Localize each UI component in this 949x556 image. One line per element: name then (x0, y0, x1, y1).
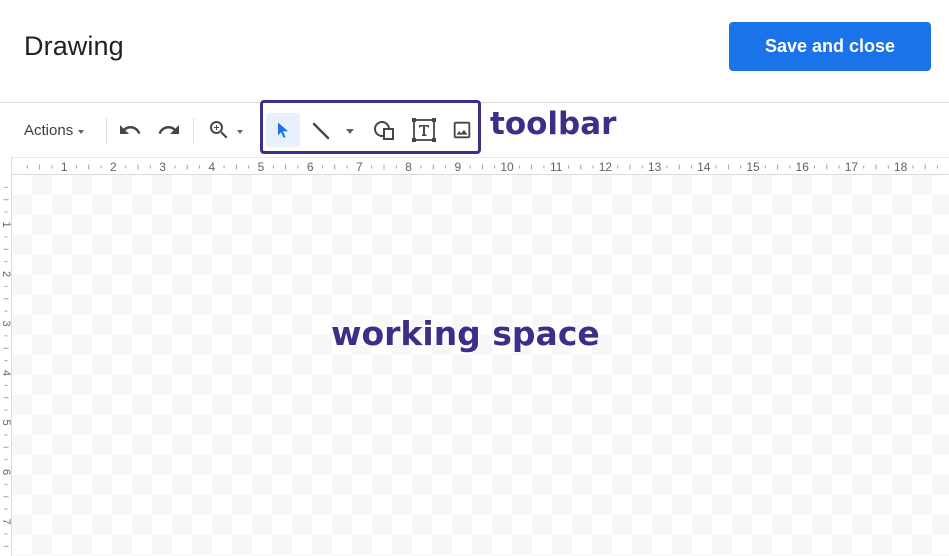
line-tool-button[interactable] (308, 115, 360, 145)
page-title: Drawing (24, 31, 124, 61)
select-icon (273, 120, 293, 140)
text-box-button[interactable] (409, 115, 439, 145)
zoom-icon (207, 118, 231, 142)
ruler-label: 7 (0, 518, 12, 524)
ruler-ticks: 1 2 3 4 5 6 7 8 9 10 11 12 13 14 15 16 17 18 (26, 160, 938, 174)
select-tool-button[interactable] (266, 113, 300, 147)
redo-button[interactable] (154, 115, 184, 145)
image-button[interactable] (447, 115, 477, 145)
ruler-label: 15 (746, 160, 760, 174)
vertical-ruler: 1 2 3 4 5 6 7 (0, 175, 12, 556)
ruler-corner (0, 157, 12, 175)
save-and-close-button[interactable]: Save and close (729, 22, 931, 71)
ruler-label: 12 (599, 160, 613, 174)
drawing-canvas[interactable] (12, 175, 949, 556)
ruler-label: 14 (697, 160, 711, 174)
ruler-label: 13 (648, 160, 662, 174)
toolbar-divider (106, 118, 107, 144)
ruler-label: 17 (845, 160, 859, 174)
ruler-label: 16 (796, 160, 810, 174)
ruler-label: 5 (0, 419, 12, 425)
toolbar-annotation: toolbar (490, 106, 617, 142)
toolbar: Actions (0, 102, 949, 157)
chevron-down-icon (237, 130, 243, 134)
ruler-label: 3 (159, 160, 166, 174)
ruler-label: 1 (0, 221, 12, 227)
actions-menu[interactable]: Actions (24, 119, 85, 141)
ruler-label: 2 (110, 160, 117, 174)
actions-label: Actions (24, 121, 74, 139)
ruler-label: 6 (307, 160, 314, 174)
ruler-label: 18 (894, 160, 908, 174)
ruler-label: 3 (0, 320, 12, 326)
undo-icon (118, 118, 142, 142)
ruler-label: 11 (550, 160, 563, 174)
ruler-label: 9 (454, 160, 461, 174)
ruler-label: 7 (356, 160, 363, 174)
ruler-label: 5 (258, 160, 265, 174)
redo-icon (157, 118, 181, 142)
zoom-button[interactable] (202, 115, 248, 145)
ruler-label: 4 (208, 160, 215, 174)
text-box-icon (410, 116, 438, 144)
chevron-down-icon (346, 128, 354, 134)
shape-tool-button[interactable] (369, 115, 399, 145)
horizontal-ruler: 1 2 3 4 5 6 7 8 9 10 11 12 13 14 15 16 17 18 (0, 157, 949, 175)
ruler-label: 4 (0, 370, 12, 376)
undo-button[interactable] (115, 115, 145, 145)
ruler-label: 1 (61, 160, 68, 174)
image-icon (451, 119, 473, 141)
app-header: Drawing Save and close (0, 0, 949, 102)
chevron-down-icon (78, 129, 85, 134)
ruler-label: 6 (0, 469, 12, 475)
ruler-label: 2 (0, 271, 12, 277)
shape-icon (371, 117, 397, 143)
working-space-annotation: working space (331, 314, 600, 353)
line-icon (308, 117, 334, 143)
toolbar-divider (193, 118, 194, 144)
ruler-label: 10 (500, 160, 514, 174)
ruler-ticks: 1 2 3 4 5 6 7 (0, 186, 12, 547)
ruler-label: 8 (405, 160, 412, 174)
